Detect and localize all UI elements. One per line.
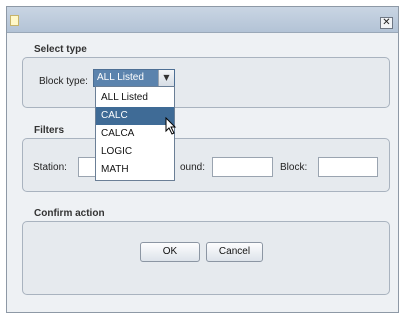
block-type-selected-value: ALL Listed xyxy=(94,70,159,86)
select-type-heading: Select type xyxy=(34,44,87,55)
block-type-label: Block type: xyxy=(39,76,88,87)
block-label: Block: xyxy=(280,162,308,173)
station-label: Station: xyxy=(33,162,67,173)
compound-label: ound: xyxy=(180,162,206,173)
block-type-dropdown[interactable]: ALL Listed ▼ xyxy=(93,69,175,87)
block-input[interactable] xyxy=(318,157,378,177)
chevron-down-icon[interactable]: ▼ xyxy=(158,70,174,86)
close-icon: ✕ xyxy=(382,17,391,28)
option-logic[interactable]: LOGIC xyxy=(96,143,174,161)
confirm-action-heading: Confirm action xyxy=(34,208,105,219)
filters-heading: Filters xyxy=(34,125,65,136)
option-all-listed[interactable]: ALL Listed xyxy=(96,89,174,107)
block-type-options-list: ALL Listed CALC CALCA LOGIC MATH xyxy=(95,86,175,181)
title-bar[interactable]: ✕ xyxy=(7,7,398,33)
close-button[interactable]: ✕ xyxy=(380,17,393,29)
option-calc[interactable]: CALC xyxy=(96,107,174,125)
app-icon xyxy=(10,15,19,26)
compound-input[interactable] xyxy=(212,157,273,177)
ok-button[interactable]: OK xyxy=(140,242,200,262)
mouse-pointer-icon xyxy=(165,117,177,135)
option-calca[interactable]: CALCA xyxy=(96,125,174,143)
cancel-button[interactable]: Cancel xyxy=(206,242,263,262)
option-math[interactable]: MATH xyxy=(96,161,174,179)
